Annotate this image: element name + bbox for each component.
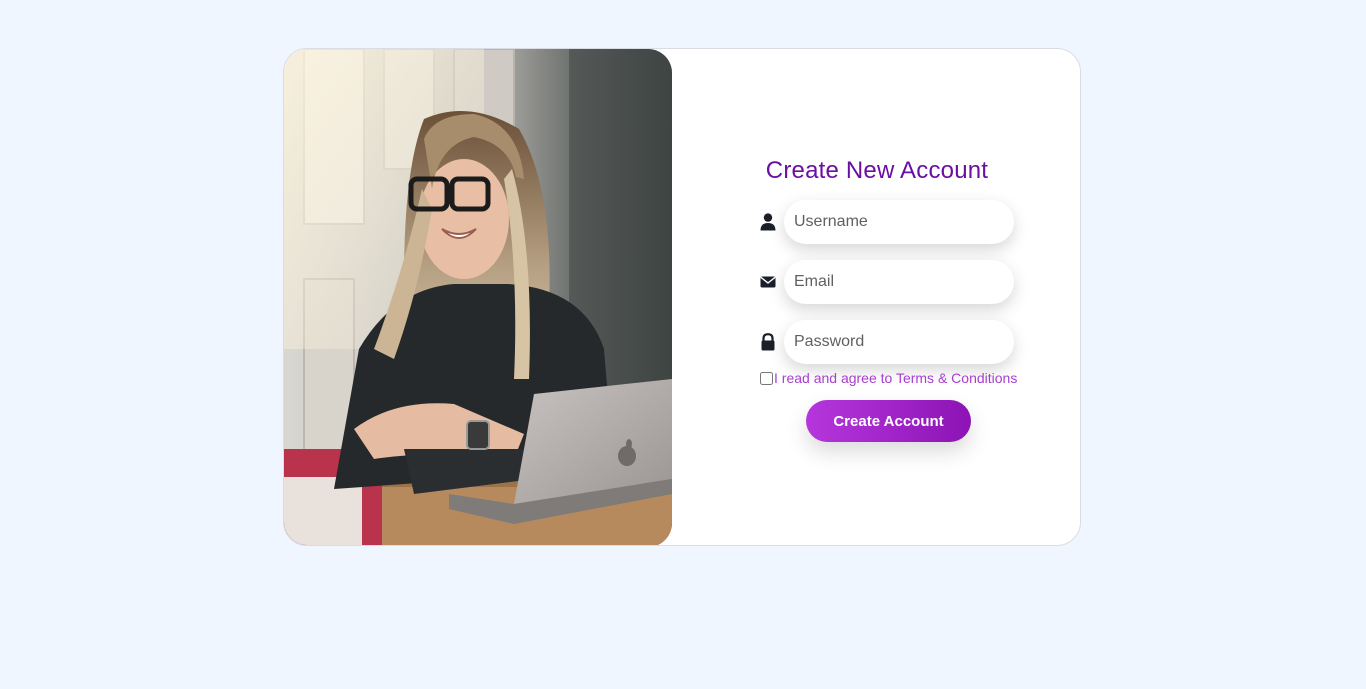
password-row [760, 320, 1020, 364]
terms-checkbox[interactable] [760, 371, 773, 385]
terms-row[interactable]: I read and agree to Terms & Conditions [760, 368, 1017, 388]
password-input[interactable] [784, 320, 1014, 364]
email-row [760, 260, 1020, 304]
user-icon [760, 213, 776, 231]
envelope-icon [760, 273, 776, 291]
signup-card: Create New Account Username Email I read… [283, 48, 1081, 546]
terms-label[interactable]: I read and agree to Terms & Conditions [774, 370, 1017, 386]
form-title: Create New Account [765, 157, 989, 184]
username-input[interactable] [784, 200, 1014, 244]
hero-photo [284, 49, 672, 545]
signup-form: Create New Account Username Email I read… [672, 49, 1080, 545]
email-input[interactable] [784, 260, 1014, 304]
lock-icon [760, 333, 776, 351]
username-row [760, 200, 1020, 244]
create-account-button[interactable]: Create Account [806, 400, 971, 442]
